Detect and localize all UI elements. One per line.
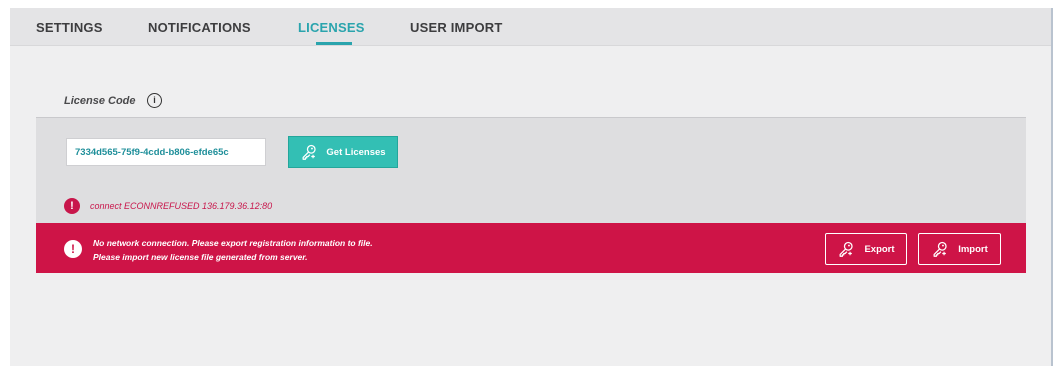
get-licenses-label: Get Licenses	[326, 146, 386, 158]
export-label: Export	[864, 243, 895, 255]
no-network-alert: ! No network connection. Please export r…	[36, 223, 1026, 273]
tab-notifications[interactable]: NOTIFICATIONS	[148, 20, 251, 35]
tab-licenses[interactable]: LICENSES	[298, 20, 365, 35]
export-button[interactable]: Export	[825, 233, 907, 265]
import-button[interactable]: Import	[918, 233, 1001, 265]
license-code-label: License Code	[64, 95, 136, 107]
tab-bar: SETTINGS NOTIFICATIONS LICENSES USER IMP…	[10, 8, 1051, 46]
license-code-panel: Get Licenses ! connect ECONNREFUSED 136.…	[36, 118, 1026, 223]
alert-line-2: Please import new license file generated…	[93, 252, 308, 262]
info-icon[interactable]: i	[147, 93, 162, 108]
alert-message: No network connection. Please export reg…	[93, 236, 373, 264]
error-icon: !	[64, 198, 80, 214]
tab-settings[interactable]: SETTINGS	[36, 20, 103, 35]
license-code-input[interactable]	[66, 138, 266, 166]
settings-window: SETTINGS NOTIFICATIONS LICENSES USER IMP…	[10, 8, 1053, 366]
alert-line-1: No network connection. Please export reg…	[93, 238, 373, 248]
key-icon	[839, 241, 854, 257]
get-licenses-button[interactable]: Get Licenses	[288, 136, 398, 168]
import-label: Import	[958, 243, 988, 255]
key-icon	[933, 241, 947, 257]
key-icon	[302, 144, 317, 160]
active-tab-indicator	[316, 42, 352, 45]
tab-user-import[interactable]: USER IMPORT	[410, 20, 502, 35]
alert-icon: !	[64, 240, 82, 258]
connection-error: ! connect ECONNREFUSED 136.179.36.12:80	[64, 198, 272, 214]
error-message: connect ECONNREFUSED 136.179.36.12:80	[90, 201, 273, 211]
